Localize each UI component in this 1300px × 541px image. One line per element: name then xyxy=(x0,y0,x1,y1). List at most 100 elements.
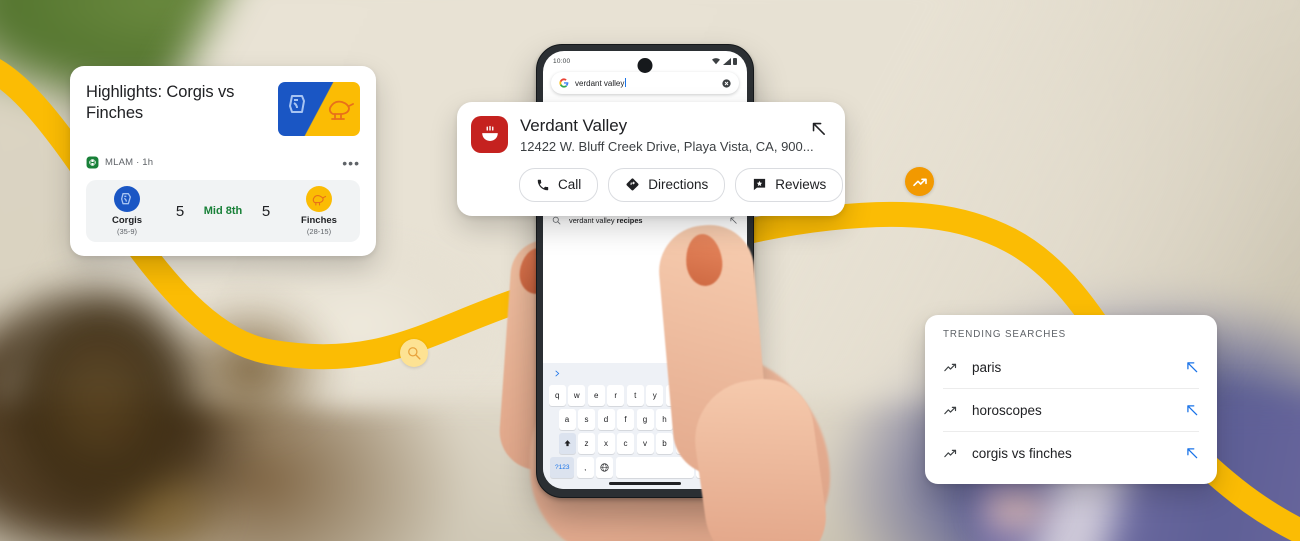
insert-arrow-icon[interactable] xyxy=(1185,446,1199,460)
reviews-icon xyxy=(754,178,766,191)
reviews-button[interactable]: Reviews xyxy=(735,167,844,202)
wifi-icon xyxy=(712,57,720,64)
trending-up-icon xyxy=(912,178,927,186)
trending-up-icon xyxy=(944,449,957,457)
trending-badge xyxy=(905,167,934,196)
keyboard-row-3: z x c v b n m xyxy=(543,433,747,454)
keyboard-row-4: ?123 , . xyxy=(543,457,747,478)
corgi-vs-finch-thumbnail[interactable] xyxy=(278,82,360,136)
search-badge xyxy=(400,339,428,367)
directions-button-label: Directions xyxy=(648,177,709,193)
key-l[interactable]: l xyxy=(714,409,732,430)
key-i[interactable]: i xyxy=(685,385,703,406)
key-y[interactable]: y xyxy=(646,385,664,406)
directions-button[interactable]: Directions xyxy=(608,167,726,202)
key-d[interactable]: d xyxy=(597,409,615,430)
keyboard-suggestion-strip xyxy=(543,365,747,382)
front-camera-notch xyxy=(637,58,653,73)
space-key[interactable] xyxy=(615,457,694,478)
search-icon xyxy=(408,347,421,360)
insert-arrow-icon[interactable] xyxy=(729,216,738,225)
highlights-card-meta: MLAM · 1h ••• xyxy=(86,156,360,170)
away-team: Finches (28-15) xyxy=(288,186,350,236)
expand-arrow-icon[interactable] xyxy=(810,120,827,137)
key-h[interactable]: h xyxy=(656,409,673,430)
trending-item-paris[interactable]: paris xyxy=(925,346,1217,388)
period-key[interactable]: . xyxy=(696,457,714,478)
key-p[interactable]: p xyxy=(724,385,742,406)
language-key[interactable] xyxy=(596,457,614,478)
key-f[interactable]: f xyxy=(617,409,634,430)
home-team-name: Corgis xyxy=(111,215,143,226)
away-team-logo-icon xyxy=(306,186,332,212)
key-z[interactable]: z xyxy=(578,433,595,454)
trending-up-icon xyxy=(944,406,957,414)
key-e[interactable]: e xyxy=(587,385,605,406)
key-r[interactable]: r xyxy=(607,385,625,406)
reviews-button-label: Reviews xyxy=(775,177,827,193)
highlights-card[interactable]: Highlights: Corgis vs Finches MLAM · 1h … xyxy=(70,66,376,256)
search-input[interactable]: verdant valley xyxy=(551,72,739,94)
key-t[interactable]: t xyxy=(626,385,644,406)
key-g[interactable]: g xyxy=(636,409,654,430)
home-team-score: 5 xyxy=(175,202,185,220)
place-action-buttons: Call Directions Reviews xyxy=(471,167,844,202)
page-title: Highlights: Corgis vs Finches xyxy=(86,83,235,122)
symbols-key[interactable]: ?123 xyxy=(550,457,575,478)
game-period: Mid 8th xyxy=(203,205,243,217)
globe-icon xyxy=(600,463,609,472)
insert-arrow-icon[interactable] xyxy=(1185,403,1199,417)
key-o[interactable]: o xyxy=(704,385,722,406)
enter-key[interactable] xyxy=(715,457,740,478)
highlights-source: MLAM · 1h xyxy=(105,157,154,168)
key-x[interactable]: x xyxy=(597,433,615,454)
directions-icon xyxy=(626,178,639,191)
key-m[interactable]: m xyxy=(695,433,712,454)
key-s[interactable]: s xyxy=(578,409,595,430)
key-b[interactable]: b xyxy=(656,433,673,454)
enter-icon xyxy=(724,464,732,470)
key-k[interactable]: k xyxy=(695,409,712,430)
key-q[interactable]: q xyxy=(548,385,566,406)
key-w[interactable]: w xyxy=(568,385,586,406)
comma-key[interactable]: , xyxy=(576,457,594,478)
call-button[interactable]: Call xyxy=(519,167,599,202)
backspace-icon xyxy=(718,439,728,448)
microphone-icon[interactable] xyxy=(729,369,737,379)
insert-arrow-icon[interactable] xyxy=(1185,360,1199,374)
clear-icon[interactable] xyxy=(722,78,731,88)
key-n[interactable]: n xyxy=(675,433,693,454)
trending-item-label: corgis vs finches xyxy=(972,445,1072,461)
home-team-logo-icon xyxy=(114,186,140,212)
key-j[interactable]: j xyxy=(675,409,693,430)
chevron-right-icon[interactable] xyxy=(553,369,561,378)
place-address: 12422 W. Bluff Creek Drive, Playa Vista,… xyxy=(520,138,814,154)
shift-icon xyxy=(564,440,570,447)
more-options-icon[interactable]: ••• xyxy=(342,156,360,170)
place-card[interactable]: Verdant Valley 12422 W. Bluff Creek Driv… xyxy=(457,102,845,216)
search-query-text: verdant valley xyxy=(575,78,627,88)
keyboard-row-2: a s d f g h j k l xyxy=(543,409,747,430)
google-g-icon xyxy=(559,78,569,88)
restaurant-bowl-icon xyxy=(471,116,508,153)
trending-item-corgis-vs-finches[interactable]: corgis vs finches xyxy=(925,432,1217,474)
home-team: Corgis (35-9) xyxy=(96,186,158,236)
call-button-label: Call xyxy=(558,177,582,193)
trending-item-label: paris xyxy=(972,359,1002,375)
signal-icon xyxy=(722,57,731,65)
key-v[interactable]: v xyxy=(636,433,654,454)
key-a[interactable]: a xyxy=(558,409,576,430)
trending-searches-card[interactable]: TRENDING SEARCHES paris horoscopes corgi… xyxy=(925,315,1217,484)
place-card-header: Verdant Valley 12422 W. Bluff Creek Driv… xyxy=(471,116,829,154)
shift-key[interactable] xyxy=(558,433,576,454)
key-c[interactable]: c xyxy=(617,433,634,454)
status-time: 10:00 xyxy=(553,57,571,65)
screenshot-stage: 10:00 verdant valley verdant valley reci… xyxy=(0,0,1300,541)
mlam-logo-icon xyxy=(86,156,99,169)
trending-item-horoscopes[interactable]: horoscopes xyxy=(925,389,1217,431)
key-u[interactable]: u xyxy=(665,385,683,406)
keyboard-row-1: q w e r t y u i o p xyxy=(543,385,747,406)
onscreen-keyboard[interactable]: q w e r t y u i o p a s d f g h j k l z … xyxy=(543,363,747,489)
backspace-key[interactable] xyxy=(714,433,732,454)
trending-up-icon xyxy=(944,363,957,371)
